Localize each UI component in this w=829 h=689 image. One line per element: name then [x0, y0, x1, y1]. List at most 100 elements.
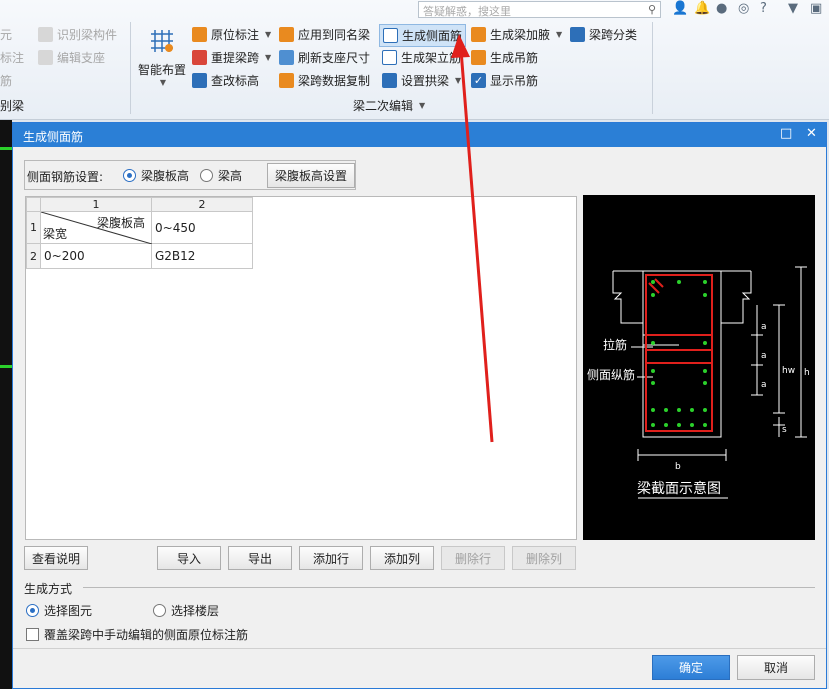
classification-icon: [570, 27, 585, 42]
ribbon-group-label[interactable]: 梁二次编辑 ▼: [353, 97, 425, 114]
beam-section-drawing: 拉筋 侧面纵筋 a a a hw h s b 梁截面示意图: [587, 266, 810, 499]
diagonal-header-cell[interactable]: 梁腹板高 梁宽: [40, 211, 152, 244]
canvas-line: [0, 365, 12, 368]
canvas-background: [0, 120, 12, 689]
smart-layout-button[interactable]: 智能布置 ▼: [137, 26, 187, 87]
label-s: s: [782, 425, 787, 435]
ribbon-item-rebar[interactable]: 筋: [0, 72, 12, 89]
ribbon-item-element[interactable]: 元: [0, 26, 12, 43]
user-icon[interactable]: 👤: [672, 1, 688, 16]
refresh-support-size-button[interactable]: 刷新支座尺寸: [279, 49, 370, 66]
refresh-icon: [279, 50, 294, 65]
label-b: b: [675, 462, 681, 472]
generate-side-rebar-dialog: 生成侧面筋 □ ✕ 侧面钢筋设置: 梁腹板高 梁高 梁腹板高设置 1 2 1 梁…: [12, 122, 827, 689]
ribbon-separator: [130, 22, 131, 114]
label-a3: a: [761, 380, 767, 390]
ok-button[interactable]: 确定: [652, 655, 730, 680]
bell-icon[interactable]: 🔔: [694, 1, 710, 16]
chevron-down-icon[interactable]: ▼: [556, 30, 562, 39]
radio-unselected-icon: [200, 169, 213, 182]
apply-icon: [279, 27, 294, 42]
ribbon-item-identify-beam[interactable]: 识别梁构件: [38, 26, 117, 43]
close-icon[interactable]: ✕: [806, 126, 817, 141]
re-extract-icon: [192, 50, 207, 65]
ribbon-item-edit-support[interactable]: 编辑支座: [38, 49, 105, 66]
label-h: h: [804, 368, 810, 378]
generation-mode-label: 生成方式: [24, 582, 73, 596]
export-button[interactable]: 导出: [228, 546, 292, 570]
chat-icon[interactable]: ●: [716, 1, 727, 16]
help-icon[interactable]: ?: [760, 1, 767, 16]
corner-top-label: 梁腹板高: [96, 216, 145, 230]
smart-layout-icon: [151, 30, 173, 52]
label-side-rebar: 侧面纵筋: [587, 367, 635, 382]
add-column-button[interactable]: 添加列: [370, 546, 434, 570]
column-header[interactable]: 2: [151, 197, 253, 212]
delete-row-button[interactable]: 删除行: [441, 546, 505, 570]
table-cell[interactable]: G2B12: [151, 243, 253, 269]
ribbon-toolbar: 答疑解惑，搜这里 ⚲ 👤 🔔 ● ◎ ? ▼ ▣ 元 识别梁构件 标注 编辑支座…: [0, 0, 829, 120]
search-input[interactable]: 答疑解惑，搜这里 ⚲: [418, 1, 661, 18]
annotation-icon: [192, 27, 207, 42]
divider: [13, 648, 826, 649]
setting-label: 侧面钢筋设置:: [27, 170, 104, 184]
row-header[interactable]: 1: [26, 211, 41, 244]
apply-same-name-button[interactable]: 应用到同名梁: [279, 26, 370, 43]
arch-icon: [382, 73, 397, 88]
label-tie: 拉筋: [603, 337, 627, 352]
view-help-button[interactable]: 查看说明: [24, 546, 88, 570]
canvas-line: [0, 147, 12, 150]
skin-icon[interactable]: ▣: [810, 1, 822, 16]
ribbon-group-label-left: 别梁: [0, 99, 25, 113]
ribbon-item-label[interactable]: 标注: [0, 49, 24, 66]
table-cell[interactable]: 0~200: [40, 243, 152, 269]
erection-rebar-icon: [382, 50, 397, 65]
diagram-caption: 梁截面示意图: [637, 480, 721, 497]
divider: [83, 587, 815, 588]
edit-support-icon: [38, 50, 53, 65]
dialog-title: 生成侧面筋: [23, 130, 84, 144]
cancel-button[interactable]: 取消: [737, 655, 815, 680]
column-header[interactable]: 1: [40, 197, 152, 212]
identify-icon: [38, 27, 53, 42]
shirt-icon[interactable]: ▼: [788, 1, 798, 16]
corner-bottom-label: 梁宽: [43, 227, 68, 241]
headset-icon[interactable]: ◎: [738, 1, 749, 16]
original-annotation-button[interactable]: 原位标注 ▼: [192, 26, 271, 43]
add-row-button[interactable]: 添加行: [299, 546, 363, 570]
chevron-down-icon: ▼: [419, 101, 426, 110]
span-data-copy-button[interactable]: 梁跨数据复制: [279, 72, 370, 89]
radio-beam-height[interactable]: 梁高: [200, 167, 242, 184]
override-manual-annotation-checkbox[interactable]: 覆盖梁跨中手动编辑的侧面原位标注筋: [26, 626, 248, 643]
label-hw: hw: [782, 366, 795, 376]
delete-column-button[interactable]: 删除列: [512, 546, 576, 570]
copy-icon: [279, 73, 294, 88]
radio-select-element[interactable]: 选择图元: [26, 602, 92, 619]
chevron-down-icon[interactable]: ▼: [265, 53, 271, 62]
search-icon[interactable]: ⚲: [648, 3, 656, 16]
annotation-arrow: [451, 34, 494, 443]
table-corner: [26, 197, 41, 212]
checkbox-unchecked-icon: [26, 628, 39, 641]
elevation-icon: [192, 73, 207, 88]
label-a2: a: [761, 351, 767, 361]
re-extract-span-button[interactable]: 重提梁跨 ▼: [192, 49, 271, 66]
radio-web-height[interactable]: 梁腹板高: [123, 167, 189, 184]
ribbon-separator: [652, 22, 653, 114]
web-height-settings-button[interactable]: 梁腹板高设置: [267, 163, 355, 188]
beam-section-diagram: 拉筋 侧面纵筋 a a a hw h s b 梁截面示意图: [583, 195, 815, 540]
span-classification-button[interactable]: 梁跨分类: [570, 26, 637, 43]
radio-selected-icon: [123, 169, 136, 182]
radio-select-floor[interactable]: 选择楼层: [153, 602, 219, 619]
maximize-icon[interactable]: □: [780, 126, 792, 141]
label-a1: a: [761, 322, 767, 332]
check-elevation-button[interactable]: 查改标高: [192, 72, 259, 89]
chevron-down-icon[interactable]: ▼: [265, 30, 271, 39]
radio-unselected-icon: [153, 604, 166, 617]
radio-selected-icon: [26, 604, 39, 617]
import-button[interactable]: 导入: [157, 546, 221, 570]
side-rebar-icon: [383, 28, 398, 43]
dialog-titlebar[interactable]: 生成侧面筋 □ ✕: [13, 123, 826, 147]
table-cell[interactable]: 0~450: [151, 211, 253, 244]
row-header[interactable]: 2: [26, 243, 41, 269]
